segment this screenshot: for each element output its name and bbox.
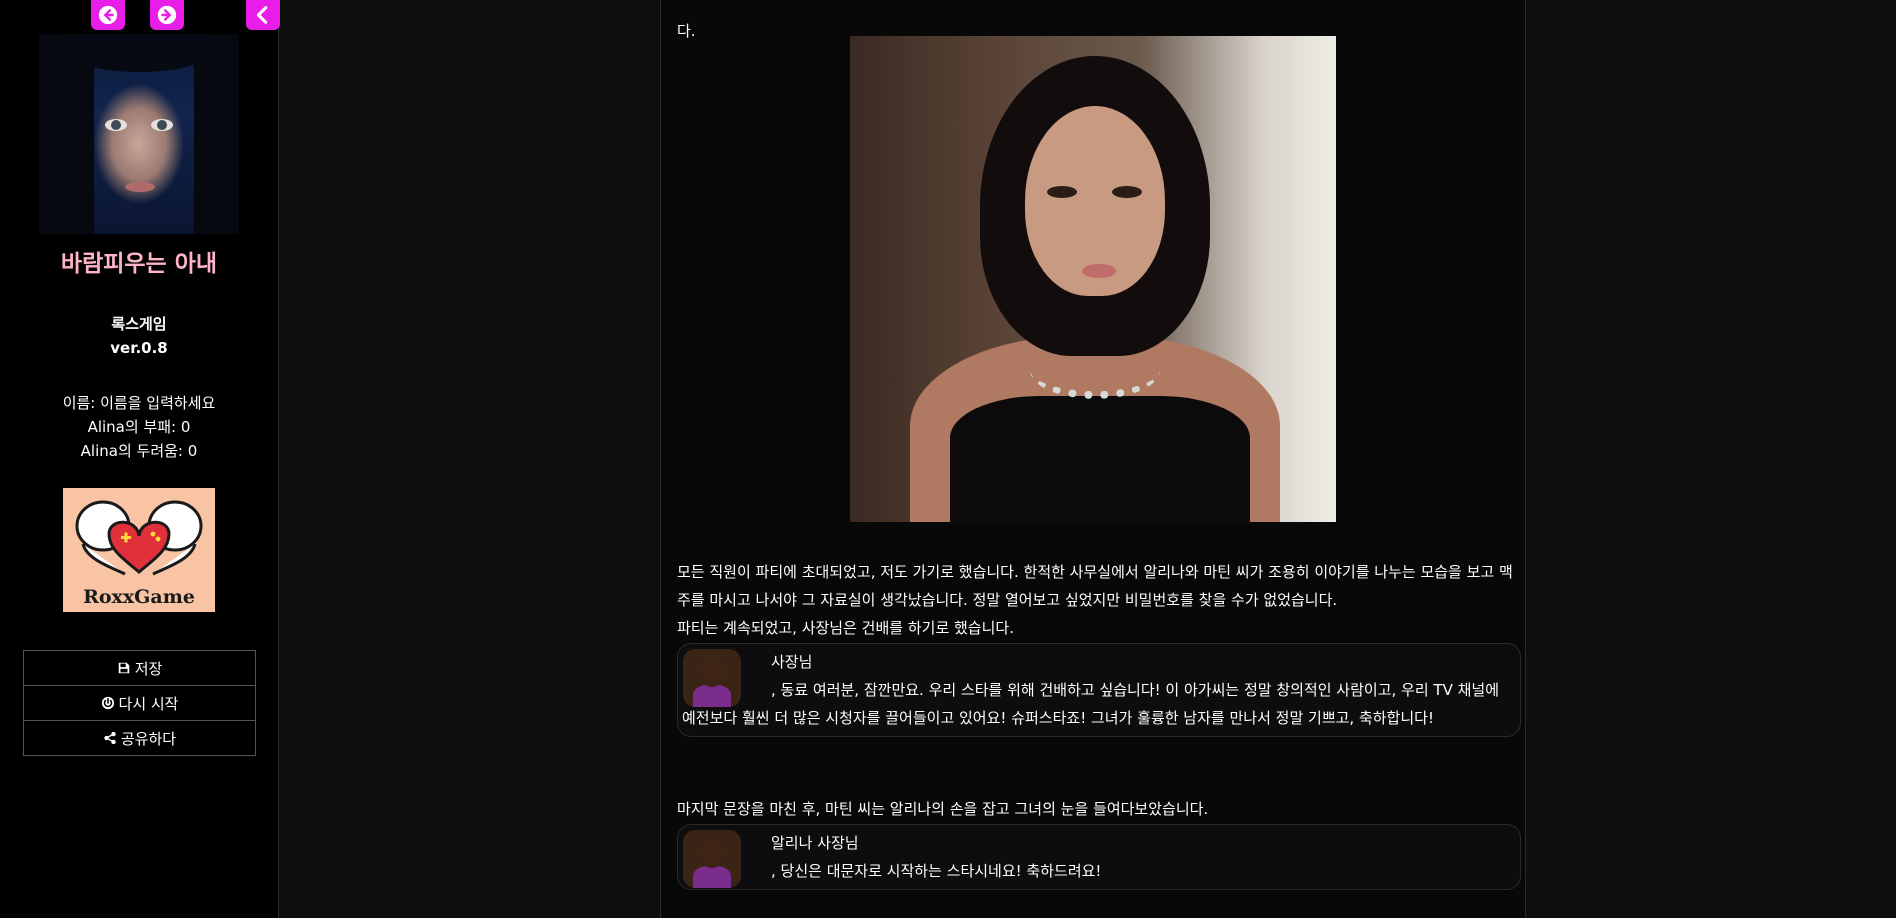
stats-panel: 이름: 이름을 입력하세요 Alina의 부패: 0 Alina의 두려움: 0 [0, 391, 278, 463]
chevron-left-icon [256, 6, 268, 24]
speaker-name: 알리나 사장님 [771, 834, 859, 852]
save-button[interactable]: 저장 [24, 651, 255, 686]
share-icon [104, 731, 116, 745]
back-button[interactable] [91, 0, 125, 30]
share-label: 공유하다 [120, 729, 177, 748]
logo-text: RoxxGame [83, 586, 195, 608]
stat-corruption: Alina의 부패: 0 [87, 418, 191, 436]
character-portrait [39, 34, 239, 234]
arrow-left-circle-icon [98, 5, 118, 25]
forward-button[interactable] [150, 0, 184, 30]
save-label: 저장 [134, 659, 163, 678]
roxxgame-logo: RoxxGame [63, 488, 215, 612]
sidebar-menu: 저장 다시 시작 공유하다 [23, 650, 256, 756]
share-button[interactable]: 공유하다 [24, 721, 255, 756]
game-title: 바람피우는 아내 [60, 251, 218, 277]
story-paragraph-1: 모든 직원이 파티에 초대되었고, 저도 가기로 했습니다. 한적한 사무실에서… [677, 563, 1513, 609]
stat-fear: Alina의 두려움: 0 [80, 442, 198, 460]
speaker-avatar [683, 649, 741, 707]
stat-name: 이름: 이름을 입력하세요 [62, 394, 216, 412]
studio-name: 록스게임 [111, 315, 167, 333]
arrow-right-circle-icon [157, 5, 177, 25]
speaker-avatar [683, 830, 741, 888]
dialog-box: 사장님 , 동료 여러분, 잠깐만요. 우리 스타를 위해 건배하고 싶습니다!… [677, 643, 1521, 737]
restart-label: 다시 시작 [118, 694, 179, 713]
power-icon [101, 696, 114, 710]
sidebar: 바람피우는 아내 록스게임 ver.0.8 이름: 이름을 입력하세요 Alin… [0, 0, 280, 918]
restart-button[interactable]: 다시 시작 [24, 686, 255, 721]
speaker-name: 사장님 [771, 653, 813, 671]
story-paragraph-2: 파티는 계속되었고, 사장님은 건배를 하기로 했습니다. [677, 619, 1014, 637]
game-version: ver.0.8 [110, 339, 168, 357]
save-icon [118, 662, 129, 674]
story-panel: 다. 모든 직원이 파티에 초대되었고, 저도 가기로 했습니다. 한적한 사무… [660, 0, 1526, 918]
collapse-sidebar-button[interactable] [246, 0, 280, 30]
story-image [850, 36, 1336, 522]
story-paragraph-3: 마지막 문장을 마친 후, 마틴 씨는 알리나의 손을 잡고 그녀의 눈을 들여… [677, 800, 1209, 818]
dialog-box: 알리나 사장님 , 당신은 대문자로 시작하는 스타시네요! 축하드려요! [677, 824, 1521, 890]
studio-info: 록스게임 ver.0.8 [0, 312, 278, 360]
